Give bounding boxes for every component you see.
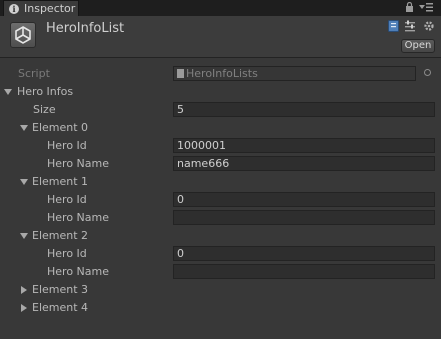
element-label: Element 0 — [32, 121, 89, 134]
object-picker-icon[interactable] — [424, 69, 431, 76]
hero-name-field[interactable]: name666 — [173, 156, 435, 171]
hero-id-row: Hero Id 0 — [0, 191, 441, 209]
hero-name-row: Hero Name — [0, 263, 441, 281]
tab-title: Inspector — [24, 2, 76, 15]
element-2-row[interactable]: Element 2 — [0, 227, 441, 245]
script-file-icon — [177, 69, 184, 78]
script-value: HeroInfoLists — [186, 67, 258, 80]
hero-name-label: Hero Name — [47, 157, 109, 170]
hero-name-row: Hero Name name666 — [0, 155, 441, 173]
element-3-row[interactable]: Element 3 — [0, 281, 441, 299]
info-icon: i — [9, 3, 19, 14]
hero-id-field[interactable]: 1000001 — [173, 138, 435, 153]
foldout-closed-icon[interactable] — [21, 304, 27, 312]
help-book-icon[interactable] — [388, 20, 399, 35]
lock-icon[interactable] — [405, 1, 414, 16]
hero-id-field[interactable]: 0 — [173, 192, 435, 207]
tab-bar: i Inspector — [0, 0, 441, 16]
hero-id-field[interactable]: 0 — [173, 246, 435, 261]
element-1-row[interactable]: Element 1 — [0, 173, 441, 191]
script-label: Script — [18, 67, 50, 80]
foldout-open-icon[interactable] — [20, 233, 28, 239]
element-label: Element 3 — [32, 283, 89, 296]
unity-scriptable-object-icon — [10, 22, 36, 48]
foldout-open-icon[interactable] — [4, 89, 12, 95]
hero-id-label: Hero Id — [47, 247, 87, 260]
element-label: Element 2 — [32, 229, 89, 242]
size-field[interactable]: 5 — [173, 102, 435, 117]
foldout-open-icon[interactable] — [20, 125, 28, 131]
hero-name-row: Hero Name — [0, 209, 441, 227]
script-row: Script HeroInfoLists — [0, 65, 441, 83]
element-label: Element 1 — [32, 175, 89, 188]
script-field[interactable]: HeroInfoLists — [173, 66, 416, 81]
element-4-row[interactable]: Element 4 — [0, 299, 441, 317]
gear-icon[interactable] — [423, 20, 435, 35]
menu-icon[interactable] — [419, 2, 433, 16]
size-label: Size — [33, 103, 56, 116]
hero-name-field[interactable] — [173, 264, 435, 279]
preset-sliders-icon[interactable] — [404, 20, 416, 35]
tab-inspector[interactable]: i Inspector — [3, 0, 79, 16]
hero-infos-label: Hero Infos — [17, 85, 74, 98]
hero-infos-row[interactable]: Hero Infos — [0, 83, 441, 101]
element-0-row[interactable]: Element 0 — [0, 119, 441, 137]
open-button[interactable]: Open — [401, 39, 435, 53]
foldout-open-icon[interactable] — [20, 179, 28, 185]
hero-id-row: Hero Id 0 — [0, 245, 441, 263]
element-label: Element 4 — [32, 301, 89, 314]
foldout-closed-icon[interactable] — [21, 286, 27, 294]
hero-name-label: Hero Name — [47, 211, 109, 224]
inspector-header: HeroInfoList Open — [0, 16, 441, 58]
hero-id-label: Hero Id — [47, 139, 87, 152]
hero-id-label: Hero Id — [47, 193, 87, 206]
hero-name-label: Hero Name — [47, 265, 109, 278]
hero-name-field[interactable] — [173, 210, 435, 225]
object-title: HeroInfoList — [46, 21, 125, 36]
size-row: Size 5 — [0, 101, 441, 119]
hero-id-row: Hero Id 1000001 — [0, 137, 441, 155]
